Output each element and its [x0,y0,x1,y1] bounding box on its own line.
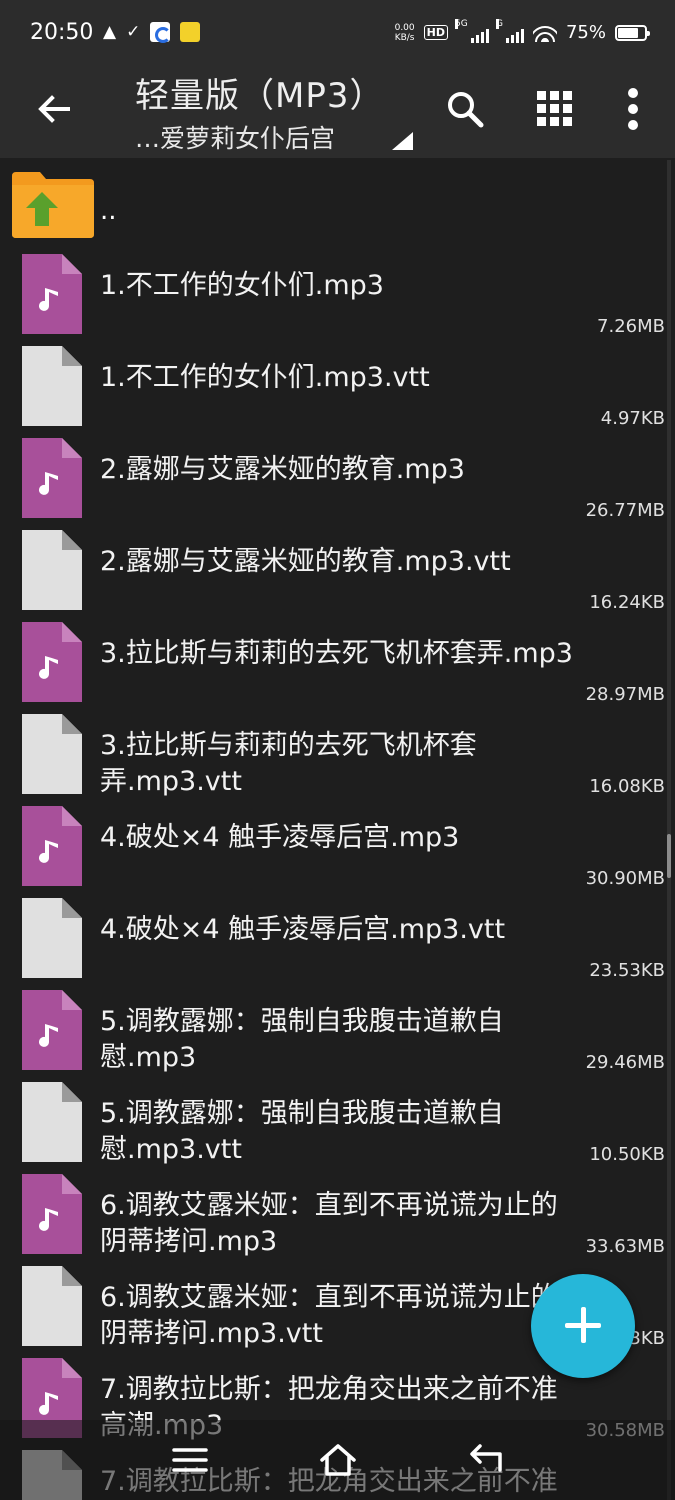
file-size: 28.97MB [585,684,665,705]
file-name: 4.破处×4 触手凌辱后宫.mp3.vtt [100,914,506,945]
audio-file-icon [22,1174,82,1254]
audio-file-icon [22,990,82,1070]
file-row[interactable]: 2.露娜与艾露米娅的教育.mp3 26.77MB [0,434,675,526]
scrollbar[interactable] [667,160,671,1500]
net-speed-unit: KB/s [394,32,415,43]
parent-directory-row[interactable]: .. [0,158,675,250]
signal-g-icon: G [495,18,524,43]
file-name: 1.不工作的女仆们.mp3.vtt [100,362,430,393]
path-subtitle: …爱萝莉女仆后宫 [135,124,336,153]
battery-percent: 75% [565,22,606,43]
file-name: 6.调教艾露米娅：直到不再说谎为止的阴蒂拷问.mp3.vtt [100,1282,558,1349]
file-row[interactable]: 1.不工作的女仆们.mp3 7.26MB [0,250,675,342]
battery-icon [615,24,650,41]
generic-file-icon [22,1082,82,1162]
file-size: 26.77MB [585,500,665,521]
folder-up-icon [12,172,94,238]
generic-file-icon [22,346,82,426]
file-name: 2.露娜与艾露米娅的教育.mp3.vtt [100,546,511,577]
app-toolbar: 轻量版（MP3） …爱萝莉女仆后宫 [0,68,675,158]
search-button[interactable] [440,84,490,134]
page-title: 轻量版（MP3） [135,76,385,116]
home-button[interactable] [318,1440,358,1480]
generic-file-icon [22,1266,82,1346]
file-size: 16.24KB [589,592,665,613]
audio-file-icon [22,438,82,518]
audio-file-icon [22,622,82,702]
battery-fill [618,27,638,38]
title-block[interactable]: 轻量版（MP3） …爱萝莉女仆后宫 [135,68,384,155]
file-name: 5.调教露娜：强制自我腹击道歉自慰.mp3 [100,1006,504,1073]
arrow-left-icon [38,95,70,123]
hd-voice-badge: HD [423,25,448,40]
file-name: 3.拉比斯与莉莉的去死飞机杯套弄.mp3 [100,638,573,669]
file-name: 6.调教艾露米娅：直到不再说谎为止的阴蒂拷问.mp3 [100,1190,558,1257]
download-done-icon: ✓ [126,21,141,42]
file-name: 2.露娜与艾露米娅的教育.mp3 [100,454,465,485]
warning-icon: ▲ [103,21,117,42]
file-size: 29.46MB [585,1052,665,1073]
notification-icons: ▲ ✓ [103,21,201,43]
file-size: 4.97KB [600,408,665,429]
recent-apps-button[interactable] [170,1440,210,1480]
generic-file-icon [22,530,82,610]
net-speed-value: 0.00 [394,22,415,33]
back-button[interactable] [28,84,78,134]
audio-file-icon [22,806,82,886]
status-time: 20:50 [30,20,94,45]
file-size: 23.53KB [589,960,665,981]
file-row[interactable]: 3.拉比斯与莉莉的去死飞机杯套弄.mp3.vtt 16.08KB [0,710,675,802]
file-row[interactable]: 5.调教露娜：强制自我腹击道歉自慰.mp3 29.46MB [0,986,675,1078]
file-size: 33.63MB [585,1236,665,1257]
file-row[interactable]: 5.调教露娜：强制自我腹击道歉自慰.mp3.vtt 10.50KB [0,1078,675,1170]
file-row[interactable]: 6.调教艾露米娅：直到不再说谎为止的阴蒂拷问.mp3 33.63MB [0,1170,675,1262]
app-notification-icon [150,22,172,43]
scroll-thumb[interactable] [667,833,671,878]
wifi-icon [532,23,557,42]
file-size: 10.50KB [589,1144,665,1165]
file-size: 7.26MB [597,316,665,337]
file-name: 5.调教露娜：强制自我腹击道歉自慰.mp3.vtt [100,1098,504,1165]
parent-directory-label: .. [100,196,117,226]
file-row[interactable]: 2.露娜与艾露米娅的教育.mp3.vtt 16.24KB [0,526,675,618]
status-right: 0.00 KB/s HD 5G G 75% [395,18,650,43]
file-row[interactable]: 1.不工作的女仆们.mp3.vtt 4.97KB [0,342,675,434]
search-icon [448,92,484,128]
app-notification-icon-2 [180,22,201,42]
grid-view-button[interactable] [530,84,580,134]
file-name: 3.拉比斯与莉莉的去死飞机杯套弄.mp3.vtt [100,730,477,797]
signal-5g-icon: 5G [454,18,489,43]
generic-file-icon [22,714,82,794]
grid-view-icon [537,91,572,126]
dropdown-triangle-icon[interactable] [392,132,413,150]
net-speed: 0.00 KB/s [395,23,415,43]
generic-file-icon [22,898,82,978]
add-fab-button[interactable] [531,1274,635,1378]
file-size: 30.90MB [585,868,665,889]
system-nav-bar [0,1420,675,1500]
sim1-label: 5G [454,18,468,29]
file-row[interactable]: 4.破处×4 触手凌辱后宫.mp3.vtt 23.53KB [0,894,675,986]
more-vert-icon [628,88,638,130]
file-row[interactable]: 3.拉比斯与莉莉的去死飞机杯套弄.mp3 28.97MB [0,618,675,710]
system-back-button[interactable] [466,1440,506,1480]
file-size: 16.08KB [589,776,665,797]
file-name: 4.破处×4 触手凌辱后宫.mp3 [100,822,460,853]
audio-file-icon [22,254,82,334]
status-bar: 20:50 ▲ ✓ 0.00 KB/s HD 5G G 75% [0,0,675,68]
file-name: 1.不工作的女仆们.mp3 [100,270,384,301]
sim2-label: G [495,18,503,29]
file-row[interactable]: 4.破处×4 触手凌辱后宫.mp3 30.90MB [0,802,675,894]
more-options-button[interactable] [608,84,658,134]
